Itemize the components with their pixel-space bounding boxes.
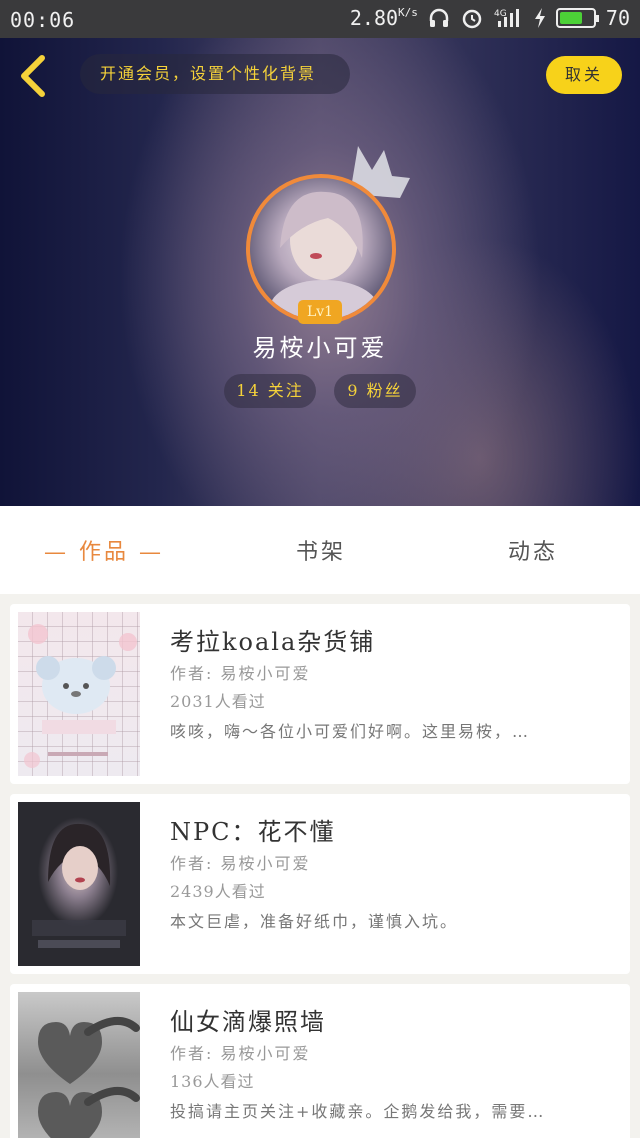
tab-bar: — 作品 — 书架 动态 xyxy=(0,506,640,594)
profile-header: 开通会员，设置个性化背景 取关 Lv1 易桉小可爱 14 关注 9 粉丝 xyxy=(0,38,640,506)
koala-illustration xyxy=(24,624,137,768)
work-description: 本文巨虐，准备好纸巾，谨慎入坑。 xyxy=(170,912,459,931)
work-card[interactable]: NPC：花不懂 作者: 易桉小可爱 2439人看过 本文巨虐，准备好纸巾，谨慎入… xyxy=(10,794,630,974)
work-cover[interactable] xyxy=(18,992,140,1138)
status-bar: 00:06 2.80K/s 4G 70 xyxy=(0,0,640,38)
back-arrow-icon xyxy=(21,55,45,97)
work-cover[interactable] xyxy=(18,802,140,966)
work-cover[interactable] xyxy=(18,612,140,776)
tab-works[interactable]: — 作品 — xyxy=(44,534,164,566)
work-title: NPC：花不懂 xyxy=(170,818,336,846)
following-count[interactable]: 14 关注 xyxy=(224,374,316,408)
work-author: 作者: 易桉小可爱 xyxy=(170,664,311,683)
headphones-icon xyxy=(429,8,449,27)
heart-illustration xyxy=(38,1017,140,1138)
portrait-illustration xyxy=(32,823,126,948)
work-views: 136人看过 xyxy=(170,1072,255,1091)
level-badge: Lv1 xyxy=(298,300,342,324)
signal-4g-icon: 4G xyxy=(494,9,519,27)
username: 易桉小可爱 xyxy=(252,334,388,362)
work-card[interactable]: 考拉koala杂货铺 作者: 易桉小可爱 2031人看过 咳咳，嗨～各位小可爱们… xyxy=(10,604,630,784)
battery-icon xyxy=(555,8,599,28)
unfollow-button[interactable]: 取关 xyxy=(546,56,622,94)
battery-fill xyxy=(559,12,583,24)
work-author: 作者: 易桉小可爱 xyxy=(170,1044,311,1063)
status-icons: 2.80K/s 4G 70 xyxy=(350,6,630,30)
status-time: 00:06 xyxy=(10,8,76,32)
battery-level: 70 xyxy=(605,6,630,30)
avatar-portrait xyxy=(270,191,378,320)
work-title: 考拉koala杂货铺 xyxy=(170,628,376,656)
back-button[interactable] xyxy=(14,54,54,98)
work-author: 作者: 易桉小可爱 xyxy=(170,854,311,873)
fans-count[interactable]: 9 粉丝 xyxy=(334,374,416,408)
tab-bookshelf[interactable]: 书架 xyxy=(296,534,346,566)
network-speed-value: 2.80 xyxy=(349,6,399,30)
work-title: 仙女滴爆照墙 xyxy=(170,1008,326,1036)
work-views: 2031人看过 xyxy=(170,692,266,711)
charging-icon xyxy=(534,8,545,28)
work-views: 2439人看过 xyxy=(170,882,266,901)
tab-activity[interactable]: 动态 xyxy=(508,534,558,566)
vip-banner[interactable]: 开通会员，设置个性化背景 xyxy=(80,54,350,94)
work-description: 咳咳，嗨～各位小可爱们好啊。这里易桉，… xyxy=(170,722,531,741)
alarm-icon xyxy=(462,9,482,29)
work-card[interactable]: 仙女滴爆照墙 作者: 易桉小可爱 136人看过 投搞请主页关注+收藏亲。企鹅发给… xyxy=(10,984,630,1138)
network-speed-unit: K/s xyxy=(398,6,418,19)
network-speed: 2.80K/s xyxy=(350,6,418,30)
work-description: 投搞请主页关注+收藏亲。企鹅发给我，需要… xyxy=(170,1102,546,1121)
